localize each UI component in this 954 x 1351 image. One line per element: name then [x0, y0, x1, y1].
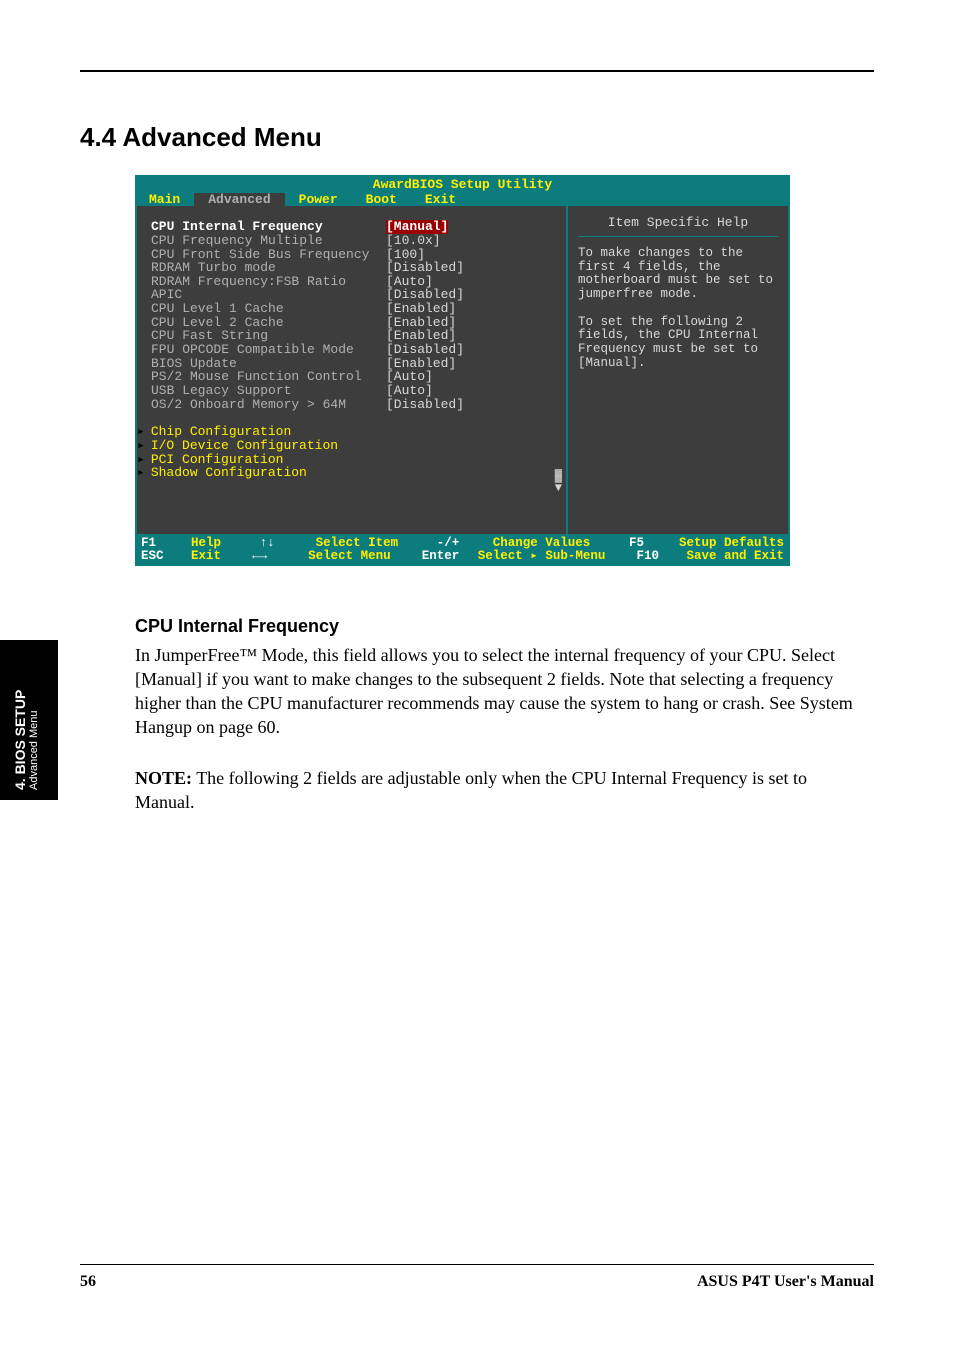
setting-value: [10.0x]: [386, 234, 441, 248]
setting-row[interactable]: CPU Internal Frequency [Manual]: [151, 220, 560, 234]
setting-row[interactable]: CPU Frequency Multiple[10.0x]: [151, 234, 560, 248]
bios-key-legend: F1Help ↑↓Select Item -/+Change Values F5…: [135, 536, 790, 565]
setting-value: [Auto]: [386, 275, 433, 289]
setting-label: CPU Level 2 Cache: [151, 316, 386, 330]
setting-label: USB Legacy Support: [151, 384, 386, 398]
legend-key: F10: [636, 550, 676, 563]
setting-label: CPU Level 1 Cache: [151, 302, 386, 316]
scroll-down-icon[interactable]: ▓▼: [555, 470, 562, 494]
setting-row[interactable]: PS/2 Mouse Function Control[Auto]: [151, 370, 560, 384]
setting-row[interactable]: USB Legacy Support[Auto]: [151, 384, 560, 398]
tab-power[interactable]: Power: [285, 193, 352, 207]
side-tab-subtitle: Advanced Menu: [28, 690, 41, 790]
tab-exit[interactable]: Exit: [411, 193, 470, 207]
setting-value: [Disabled]: [386, 398, 464, 412]
note-text: The following 2 fields are adjustable on…: [135, 768, 807, 812]
submenu-label: I/O Device Configuration: [151, 439, 338, 453]
tab-boot[interactable]: Boot: [352, 193, 411, 207]
note-block: NOTE: The following 2 fields are adjusta…: [135, 766, 865, 815]
setting-label: BIOS Update: [151, 357, 386, 371]
submenu-arrow-icon: ▸: [137, 439, 151, 453]
section-title: 4.4 Advanced Menu: [80, 122, 874, 153]
setting-value[interactable]: [Manual]: [386, 220, 448, 234]
bios-titlebar: AwardBIOS Setup Utility: [135, 175, 790, 193]
setting-row[interactable]: RDRAM Turbo mode[Disabled]: [151, 261, 560, 275]
legend-label: Select ▸ Sub-Menu: [478, 550, 606, 563]
manual-name: ASUS P4T User's Manual: [697, 1273, 874, 1291]
setting-value: [Auto]: [386, 370, 433, 384]
section-side-tab: 4. BIOS SETUP Advanced Menu: [0, 640, 58, 800]
submenu-label: Chip Configuration: [151, 425, 291, 439]
setting-label: APIC: [151, 288, 386, 302]
setting-value: [Disabled]: [386, 261, 464, 275]
page-footer: 56 ASUS P4T User's Manual: [80, 1264, 874, 1291]
setting-label: CPU Fast String: [151, 329, 386, 343]
legend-label: Select Menu: [308, 550, 391, 563]
submenu-item[interactable]: ▸I/O Device Configuration: [137, 439, 560, 453]
submenu-arrow-icon: ▸: [137, 466, 151, 480]
submenu-label: Shadow Configuration: [151, 466, 307, 480]
setting-row[interactable]: OS/2 Onboard Memory > 64M[Disabled]: [151, 398, 560, 412]
setting-label: RDRAM Turbo mode: [151, 261, 386, 275]
setting-row[interactable]: CPU Level 2 Cache[Enabled]: [151, 316, 560, 330]
setting-label: CPU Frequency Multiple: [151, 234, 386, 248]
setting-value: [Auto]: [386, 384, 433, 398]
field-description: In JumperFree™ Mode, this field allows y…: [135, 643, 865, 740]
tab-advanced[interactable]: Advanced: [194, 193, 284, 207]
bios-screenshot: AwardBIOS Setup Utility Main Advanced Po…: [135, 175, 790, 566]
setting-label: OS/2 Onboard Memory > 64M: [151, 398, 386, 412]
setting-row[interactable]: CPU Level 1 Cache[Enabled]: [151, 302, 560, 316]
bios-settings-panel: CPU Internal Frequency [Manual] CPU Freq…: [137, 206, 568, 534]
submenu-arrow-icon: ▸: [137, 453, 151, 467]
setting-row[interactable]: APIC[Disabled]: [151, 288, 560, 302]
setting-value: [Disabled]: [386, 343, 464, 357]
setting-label: PS/2 Mouse Function Control: [151, 370, 386, 384]
help-text: To make changes to the first 4 fields, t…: [578, 247, 778, 371]
setting-label: RDRAM Frequency:FSB Ratio: [151, 275, 386, 289]
legend-key: ←→: [252, 550, 298, 563]
setting-row[interactable]: CPU Front Side Bus Frequency[100]: [151, 248, 560, 262]
setting-value: [Enabled]: [386, 329, 456, 343]
setting-label: CPU Internal Frequency: [151, 220, 386, 234]
help-title: Item Specific Help: [578, 216, 778, 237]
submenu-item[interactable]: ▸Chip Configuration: [137, 425, 560, 439]
submenu-item[interactable]: ▸Shadow Configuration: [137, 466, 560, 480]
legend-label: Exit: [191, 550, 221, 563]
note-label: NOTE:: [135, 768, 192, 788]
setting-value: [100]: [386, 248, 425, 262]
setting-value: [Enabled]: [386, 357, 456, 371]
field-heading: CPU Internal Frequency: [135, 616, 874, 637]
legend-key: Enter: [422, 550, 468, 563]
setting-label: CPU Front Side Bus Frequency: [151, 248, 386, 262]
setting-row[interactable]: RDRAM Frequency:FSB Ratio[Auto]: [151, 275, 560, 289]
submenu-item[interactable]: ▸PCI Configuration: [137, 453, 560, 467]
setting-label: FPU OPCODE Compatible Mode: [151, 343, 386, 357]
submenu-label: PCI Configuration: [151, 453, 284, 467]
setting-value: [Disabled]: [386, 288, 464, 302]
tab-main[interactable]: Main: [135, 193, 194, 207]
legend-label: Save and Exit: [686, 550, 784, 563]
page-number: 56: [80, 1273, 96, 1291]
legend-key: ESC: [141, 550, 181, 563]
setting-value: [Enabled]: [386, 302, 456, 316]
side-tab-title: 4. BIOS SETUP: [12, 690, 28, 790]
setting-value: [Enabled]: [386, 316, 456, 330]
bios-tabs: Main Advanced Power Boot Exit: [135, 193, 790, 207]
setting-row[interactable]: FPU OPCODE Compatible Mode[Disabled]: [151, 343, 560, 357]
setting-row[interactable]: BIOS Update[Enabled]: [151, 357, 560, 371]
setting-row[interactable]: CPU Fast String[Enabled]: [151, 329, 560, 343]
bios-help-panel: Item Specific Help To make changes to th…: [568, 206, 788, 534]
submenu-arrow-icon: ▸: [137, 425, 151, 439]
top-rule: [80, 70, 874, 72]
